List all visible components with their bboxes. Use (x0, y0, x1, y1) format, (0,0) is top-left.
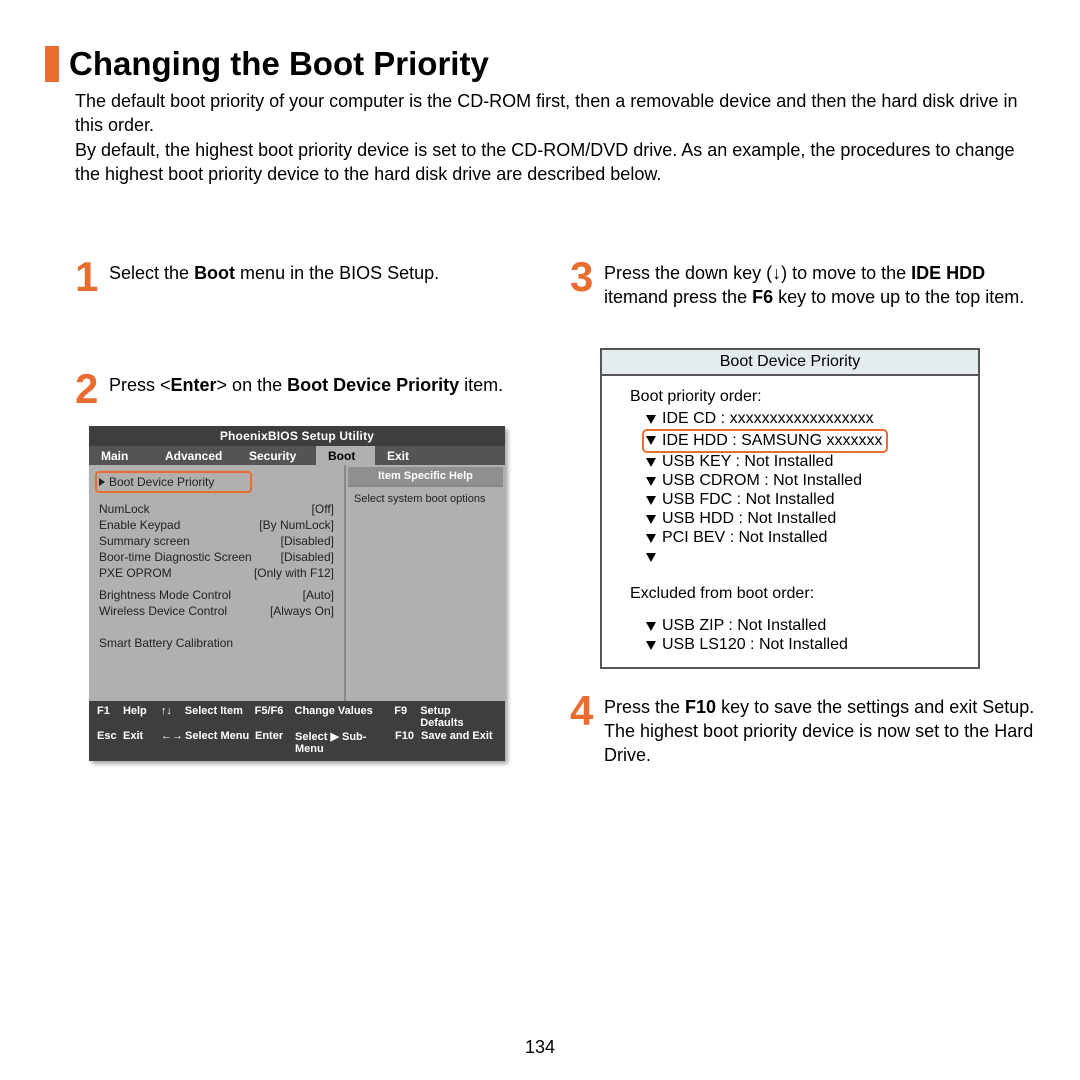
step-4-text: Press the F10 key to save the settings a… (604, 695, 1035, 768)
down-triangle-icon (646, 641, 656, 650)
bios-footer: F1 Help ↑↓ Select Item F5/F6 Change Valu… (89, 701, 505, 761)
list-item: PCI BEV : Not Installed (646, 529, 958, 548)
list-item: USB ZIP : Not Installed (646, 617, 958, 636)
bios-tab-boot: Boot (316, 446, 375, 465)
down-triangle-icon (646, 622, 656, 631)
list-item: USB CDROM : Not Installed (646, 472, 958, 491)
boot-priority-box: Boot Device Priority Boot priority order… (600, 348, 980, 669)
bios-row: NumLock[Off] (99, 502, 334, 518)
boot-priority-title: Boot Device Priority (602, 350, 978, 376)
arrow-right-icon (99, 478, 105, 486)
list-item: USB KEY : Not Installed (646, 453, 958, 472)
bios-tabs: Main Advanced Security Boot Exit (89, 446, 505, 465)
bios-row: Boor-time Diagnostic Screen[Disabled] (99, 550, 334, 566)
down-triangle-icon (646, 553, 656, 562)
down-triangle-icon (646, 477, 656, 486)
list-item: IDE CD : xxxxxxxxxxxxxxxxxx (646, 410, 958, 429)
step-number-4: 4 (570, 695, 596, 727)
bios-help-title: Item Specific Help (348, 467, 503, 487)
down-triangle-icon (646, 415, 656, 424)
step-1-text: Select the Boot menu in the BIOS Setup. (109, 261, 439, 285)
down-triangle-icon (646, 515, 656, 524)
bios-row: Summary screen[Disabled] (99, 534, 334, 550)
down-triangle-icon (646, 534, 656, 543)
bios-tab-exit: Exit (375, 446, 439, 465)
page-title: Changing the Boot Priority (69, 45, 489, 83)
list-item: USB FDC : Not Installed (646, 491, 958, 510)
bios-row: Wireless Device Control[Always On] (99, 604, 334, 620)
bios-screenshot: PhoenixBIOS Setup Utility Main Advanced … (89, 426, 505, 761)
boot-device-priority-highlight: Boot Device Priority (95, 471, 252, 493)
page-number: 134 (0, 1037, 1080, 1058)
list-item: USB LS120 : Not Installed (646, 636, 958, 655)
bios-tab-main: Main (89, 446, 153, 465)
bios-tab-advanced: Advanced (153, 446, 237, 465)
bios-row: Brightness Mode Control[Auto] (99, 588, 334, 604)
step-2-text: Press <Enter> on the Boot Device Priorit… (109, 373, 503, 397)
step-number-3: 3 (570, 261, 596, 293)
step-number-1: 1 (75, 261, 101, 293)
list-item (646, 548, 958, 567)
list-item: USB HDD : Not Installed (646, 510, 958, 529)
bios-row: PXE OPROM[Only with F12] (99, 566, 334, 582)
bios-utility-title: PhoenixBIOS Setup Utility (89, 426, 505, 446)
down-triangle-icon (646, 436, 656, 445)
down-triangle-icon (646, 496, 656, 505)
step-number-2: 2 (75, 373, 101, 405)
bios-tab-security: Security (237, 446, 316, 465)
boot-priority-label: Boot priority order: (630, 388, 958, 406)
down-triangle-icon (646, 458, 656, 467)
accent-bar (45, 46, 59, 82)
intro-text: The default boot priority of your comput… (75, 89, 1035, 186)
ide-hdd-highlight: IDE HDD : SAMSUNG xxxxxxx (642, 429, 888, 453)
bios-help-text: Select system boot options (346, 489, 505, 509)
bios-row: Smart Battery Calibration (99, 636, 334, 652)
bios-row: Enable Keypad[By NumLock] (99, 518, 334, 534)
excluded-label: Excluded from boot order: (630, 585, 958, 603)
step-3-text: Press the down key (↓) to move to the ID… (604, 261, 1035, 310)
